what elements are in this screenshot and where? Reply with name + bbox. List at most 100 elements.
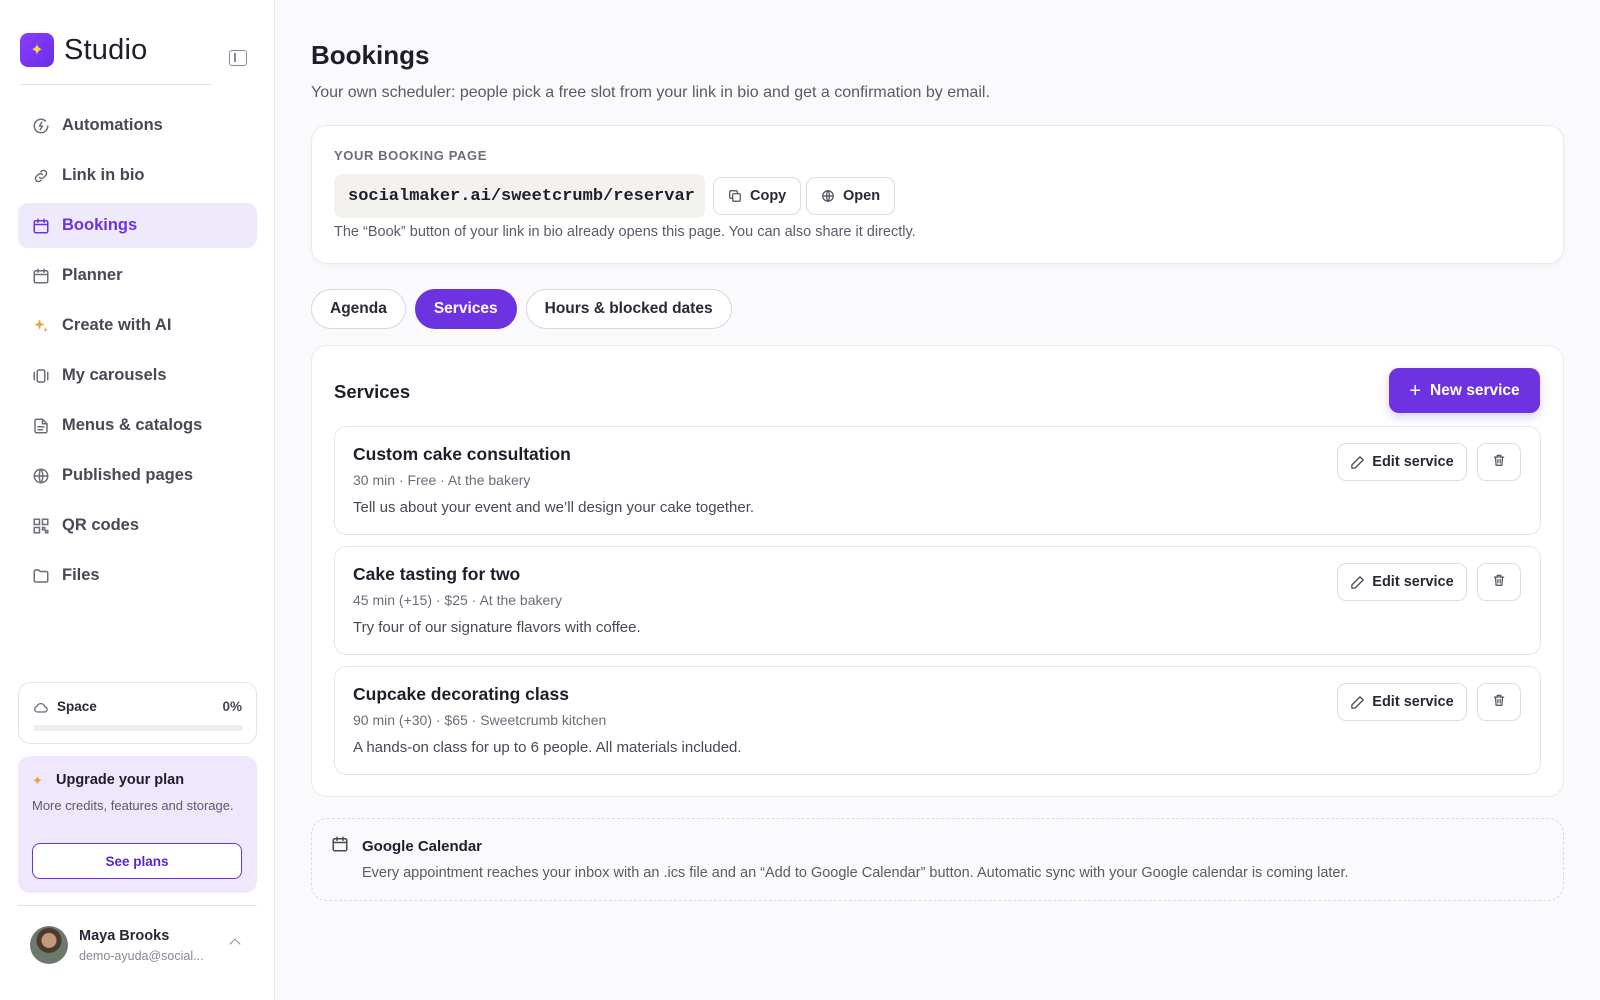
- delete-service-button[interactable]: [1477, 563, 1521, 601]
- automation-icon: [32, 117, 50, 135]
- link-icon: [32, 167, 50, 185]
- brand-name: Studio: [64, 33, 148, 66]
- user-email: demo-ayuda@social...: [79, 948, 204, 963]
- sidebar-toggle-icon[interactable]: [229, 50, 247, 66]
- sidebar-item-label: Planner: [62, 266, 123, 284]
- brand[interactable]: ✦ Studio: [20, 33, 147, 67]
- booking-url[interactable]: socialmaker.ai/sweetcrumb/reservar: [334, 174, 705, 218]
- service-meta: 30 min · Free · At the bakery: [353, 472, 531, 488]
- trash-icon: [1492, 573, 1506, 592]
- chevron-up-icon[interactable]: [229, 938, 241, 950]
- divider: [18, 905, 257, 906]
- storage-percent: 0%: [222, 699, 242, 714]
- avatar: [30, 926, 68, 964]
- booking-page-card: YOUR BOOKING PAGE socialmaker.ai/sweetcr…: [311, 125, 1564, 264]
- storage-card: Space 0%: [18, 682, 257, 744]
- sidebar-item-label: My carousels: [62, 366, 167, 384]
- edit-service-button[interactable]: Edit service: [1337, 443, 1467, 481]
- tab-services[interactable]: Services: [414, 289, 517, 329]
- main-content: Bookings Your own scheduler: people pick…: [276, 0, 1600, 1000]
- copy-icon: [728, 189, 742, 203]
- sidebar-item-label: Files: [62, 566, 100, 584]
- delete-service-button[interactable]: [1477, 443, 1521, 481]
- sidebar-item-label: QR codes: [62, 516, 140, 534]
- sparkle-logo-icon: ✦: [20, 33, 54, 67]
- services-title: Services: [334, 381, 411, 402]
- edit-service-button[interactable]: Edit service: [1337, 563, 1467, 601]
- qr-code-icon: [32, 517, 50, 535]
- sidebar-item-label: Automations: [62, 116, 163, 134]
- sparkle-icon: [32, 317, 50, 335]
- service-card: Cake tasting for two 45 min (+15) · $25 …: [334, 546, 1541, 655]
- service-card: Cupcake decorating class 90 min (+30) · …: [334, 666, 1541, 775]
- carousel-icon: [32, 367, 50, 385]
- copy-label: Copy: [750, 188, 787, 204]
- edit-service-button[interactable]: Edit service: [1337, 683, 1467, 721]
- upgrade-card: ✦ Upgrade your plan More credits, featur…: [18, 756, 257, 893]
- calendar-icon: [32, 217, 50, 235]
- service-card: Custom cake consultation 30 min · Free ·…: [334, 426, 1541, 535]
- service-description: Tell us about your event and we’ll desig…: [353, 499, 755, 516]
- pencil-icon: [1350, 695, 1365, 710]
- globe-icon: [32, 467, 50, 485]
- open-button[interactable]: Open: [806, 177, 896, 215]
- sidebar-item-menus-catalogs[interactable]: Menus & catalogs: [18, 403, 257, 448]
- sidebar-item-label: Menus & catalogs: [62, 416, 203, 434]
- trash-icon: [1492, 693, 1506, 712]
- sidebar-item-create-with-ai[interactable]: Create with AI: [18, 303, 257, 348]
- service-description: Try four of our signature flavors with c…: [353, 619, 641, 636]
- pencil-icon: [1350, 575, 1365, 590]
- delete-service-button[interactable]: [1477, 683, 1521, 721]
- new-service-label: New service: [1430, 381, 1520, 399]
- google-calendar-notice: Google Calendar Every appointment reache…: [311, 818, 1564, 901]
- sidebar-item-label: Link in bio: [62, 166, 145, 184]
- tab-agenda[interactable]: Agenda: [311, 289, 406, 329]
- document-icon: [32, 417, 50, 435]
- sidebar-nav: Automations Link in bio Bookings Planner…: [18, 103, 257, 603]
- sidebar-item-qr-codes[interactable]: QR codes: [18, 503, 257, 548]
- service-meta: 45 min (+15) · $25 · At the bakery: [353, 592, 562, 608]
- globe-icon: [821, 189, 835, 203]
- page-title: Bookings: [311, 40, 430, 70]
- sidebar-item-link-in-bio[interactable]: Link in bio: [18, 153, 257, 198]
- calendar-icon: [331, 835, 349, 853]
- sidebar-item-automations[interactable]: Automations: [18, 103, 257, 148]
- sidebar-item-my-carousels[interactable]: My carousels: [18, 353, 257, 398]
- services-panel: Services + New service Custom cake consu…: [311, 345, 1564, 797]
- google-calendar-description: Every appointment reaches your inbox wit…: [362, 865, 1349, 881]
- new-service-button[interactable]: + New service: [1389, 368, 1540, 413]
- storage-progress-bar: [33, 725, 243, 731]
- open-label: Open: [843, 188, 881, 204]
- google-calendar-title: Google Calendar: [362, 838, 483, 855]
- user-name: Maya Brooks: [79, 927, 170, 944]
- service-name: Cupcake decorating class: [353, 684, 569, 704]
- edit-service-label: Edit service: [1372, 574, 1454, 590]
- page-subtitle: Your own scheduler: people pick a free s…: [311, 84, 990, 101]
- calendar-icon: [32, 267, 50, 285]
- sidebar-item-planner[interactable]: Planner: [18, 253, 257, 298]
- see-plans-button[interactable]: See plans: [32, 843, 242, 879]
- booking-page-label: YOUR BOOKING PAGE: [334, 148, 487, 163]
- service-description: A hands-on class for up to 6 people. All…: [353, 739, 742, 756]
- folder-icon: [32, 567, 50, 585]
- service-meta: 90 min (+30) · $65 · Sweetcrumb kitchen: [353, 712, 607, 728]
- copy-button[interactable]: Copy: [713, 177, 802, 215]
- plus-icon: +: [1409, 379, 1422, 402]
- tab-hours-blocked-dates[interactable]: Hours & blocked dates: [525, 289, 732, 329]
- sidebar-item-files[interactable]: Files: [18, 553, 257, 598]
- booking-page-note: The “Book” button of your link in bio al…: [334, 224, 916, 240]
- divider: [20, 84, 212, 85]
- storage-label: Space: [57, 699, 97, 714]
- tabs: Agenda Services Hours & blocked dates: [311, 289, 741, 329]
- sidebar-item-bookings[interactable]: Bookings: [18, 203, 257, 248]
- sidebar-item-published-pages[interactable]: Published pages: [18, 453, 257, 498]
- sidebar: ✦ Studio Automations Link in bio Booking…: [0, 0, 275, 1000]
- edit-service-label: Edit service: [1372, 454, 1454, 470]
- trash-icon: [1492, 453, 1506, 472]
- cloud-icon: [33, 700, 49, 721]
- sidebar-item-label: Bookings: [62, 216, 138, 234]
- sidebar-item-label: Published pages: [62, 466, 194, 484]
- service-name: Custom cake consultation: [353, 444, 571, 464]
- user-menu[interactable]: Maya Brooks demo-ayuda@social...: [30, 926, 204, 964]
- upgrade-title: Upgrade your plan: [56, 772, 185, 788]
